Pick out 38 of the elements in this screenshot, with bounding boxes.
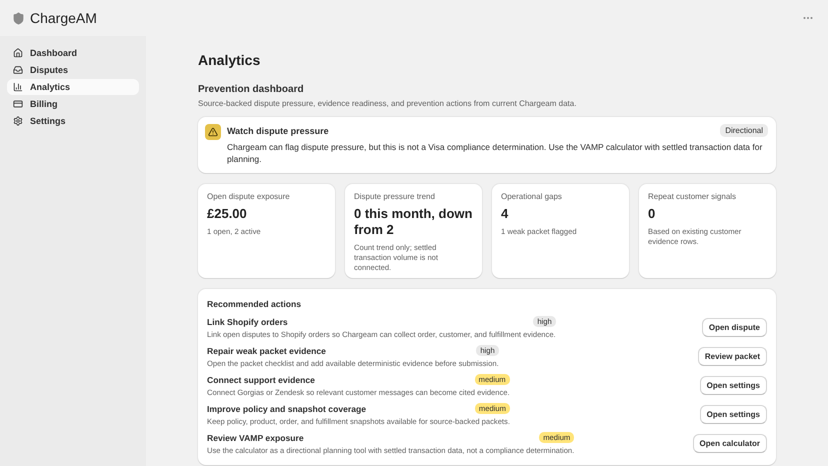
sidebar-item[interactable]: Settings — [7, 113, 139, 129]
action-title: Improve policy and snapshot coverage — [207, 404, 366, 414]
section-subtitle: Source-backed dispute pressure, evidence readiness, and prevention actions from current Chargeam data. — [198, 99, 578, 108]
actions-title: Recommended actions — [207, 299, 302, 309]
metric-label: Open dispute exposure — [207, 192, 291, 201]
action-title: Link Shopify orders — [207, 316, 288, 326]
logo-icon — [12, 12, 25, 24]
action-title: Repair weak packet evidence — [207, 346, 326, 356]
section-title: Prevention dashboard — [198, 84, 305, 95]
warning-icon — [205, 124, 221, 140]
app-name: ChargeAM — [30, 10, 97, 26]
action-title: Connect support evidence — [207, 374, 315, 384]
sidebar-item[interactable]: Disputes — [7, 62, 139, 78]
credit-card-icon — [13, 99, 23, 109]
metric-value: 0 this month, down from 2 — [354, 206, 473, 238]
inbox-icon — [13, 65, 23, 75]
alert-text: Chargeam can flag dispute pressure, but this is not a Visa compliance determination. Use the VAMP calculator with settled transaction data for planning. — [227, 141, 764, 165]
action-button[interactable]: Open calculator — [692, 434, 767, 453]
metric-value: £25.00 — [207, 206, 248, 222]
action-button[interactable]: Open settings — [700, 405, 767, 424]
metric-label: Dispute pressure trend — [354, 192, 436, 201]
bar-chart-icon — [13, 82, 23, 92]
metric-label: Operational gaps — [501, 192, 563, 201]
action-button[interactable]: Open settings — [700, 376, 767, 395]
sidebar-item[interactable]: Analytics — [7, 79, 139, 95]
metric-label: Repeat customer signals — [648, 192, 738, 201]
sidebar-item[interactable]: Dashboard — [7, 45, 139, 61]
metric-value: 0 — [648, 206, 656, 222]
settings-icon — [13, 116, 23, 126]
page-title: Analytics — [198, 52, 262, 68]
action-button[interactable]: Review packet — [698, 347, 767, 366]
sidebar-item[interactable]: Billing — [7, 96, 139, 112]
alert-title: Watch dispute pressure — [227, 126, 329, 136]
metric-value: 4 — [501, 206, 510, 222]
action-button[interactable]: Open dispute — [702, 318, 767, 337]
status-badge: Directional — [720, 124, 768, 137]
home-icon — [13, 48, 23, 58]
action-title: Review VAMP exposure — [207, 432, 304, 442]
